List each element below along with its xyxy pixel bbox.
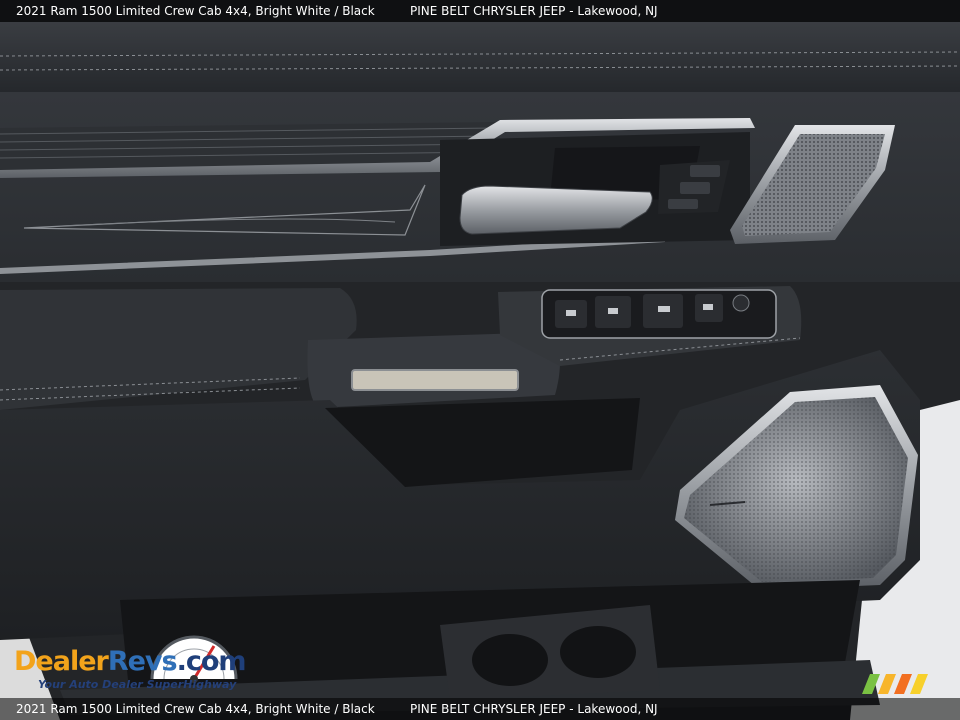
- door-panel-photo: [0, 0, 960, 720]
- photo-viewer: 2021 Ram 1500 Limited Crew Cab 4x4, Brig…: [0, 0, 960, 720]
- caption-bar-top: 2021 Ram 1500 Limited Crew Cab 4x4, Brig…: [0, 0, 960, 22]
- dealerrevs-watermark: DealerRevs.com Your Auto Dealer SuperHig…: [12, 622, 272, 696]
- courtesy-light: [351, 369, 519, 391]
- stripes-logo-icon: [862, 674, 928, 694]
- dealer-caption: PINE BELT CHRYSLER JEEP - Lakewood, NJ: [410, 4, 658, 18]
- lock-switch-icon[interactable]: [658, 160, 730, 214]
- vehicle-caption: 2021 Ram 1500 Limited Crew Cab 4x4, Brig…: [16, 702, 375, 716]
- window-switch-icon[interactable]: [541, 289, 777, 339]
- watermark-tagline: Your Auto Dealer SuperHighway: [38, 678, 237, 691]
- vehicle-caption: 2021 Ram 1500 Limited Crew Cab 4x4, Brig…: [16, 4, 375, 18]
- dealer-caption: PINE BELT CHRYSLER JEEP - Lakewood, NJ: [410, 702, 658, 716]
- watermark-brand: DealerRevs.com: [14, 646, 247, 677]
- caption-bar-bottom: 2021 Ram 1500 Limited Crew Cab 4x4, Brig…: [0, 698, 960, 720]
